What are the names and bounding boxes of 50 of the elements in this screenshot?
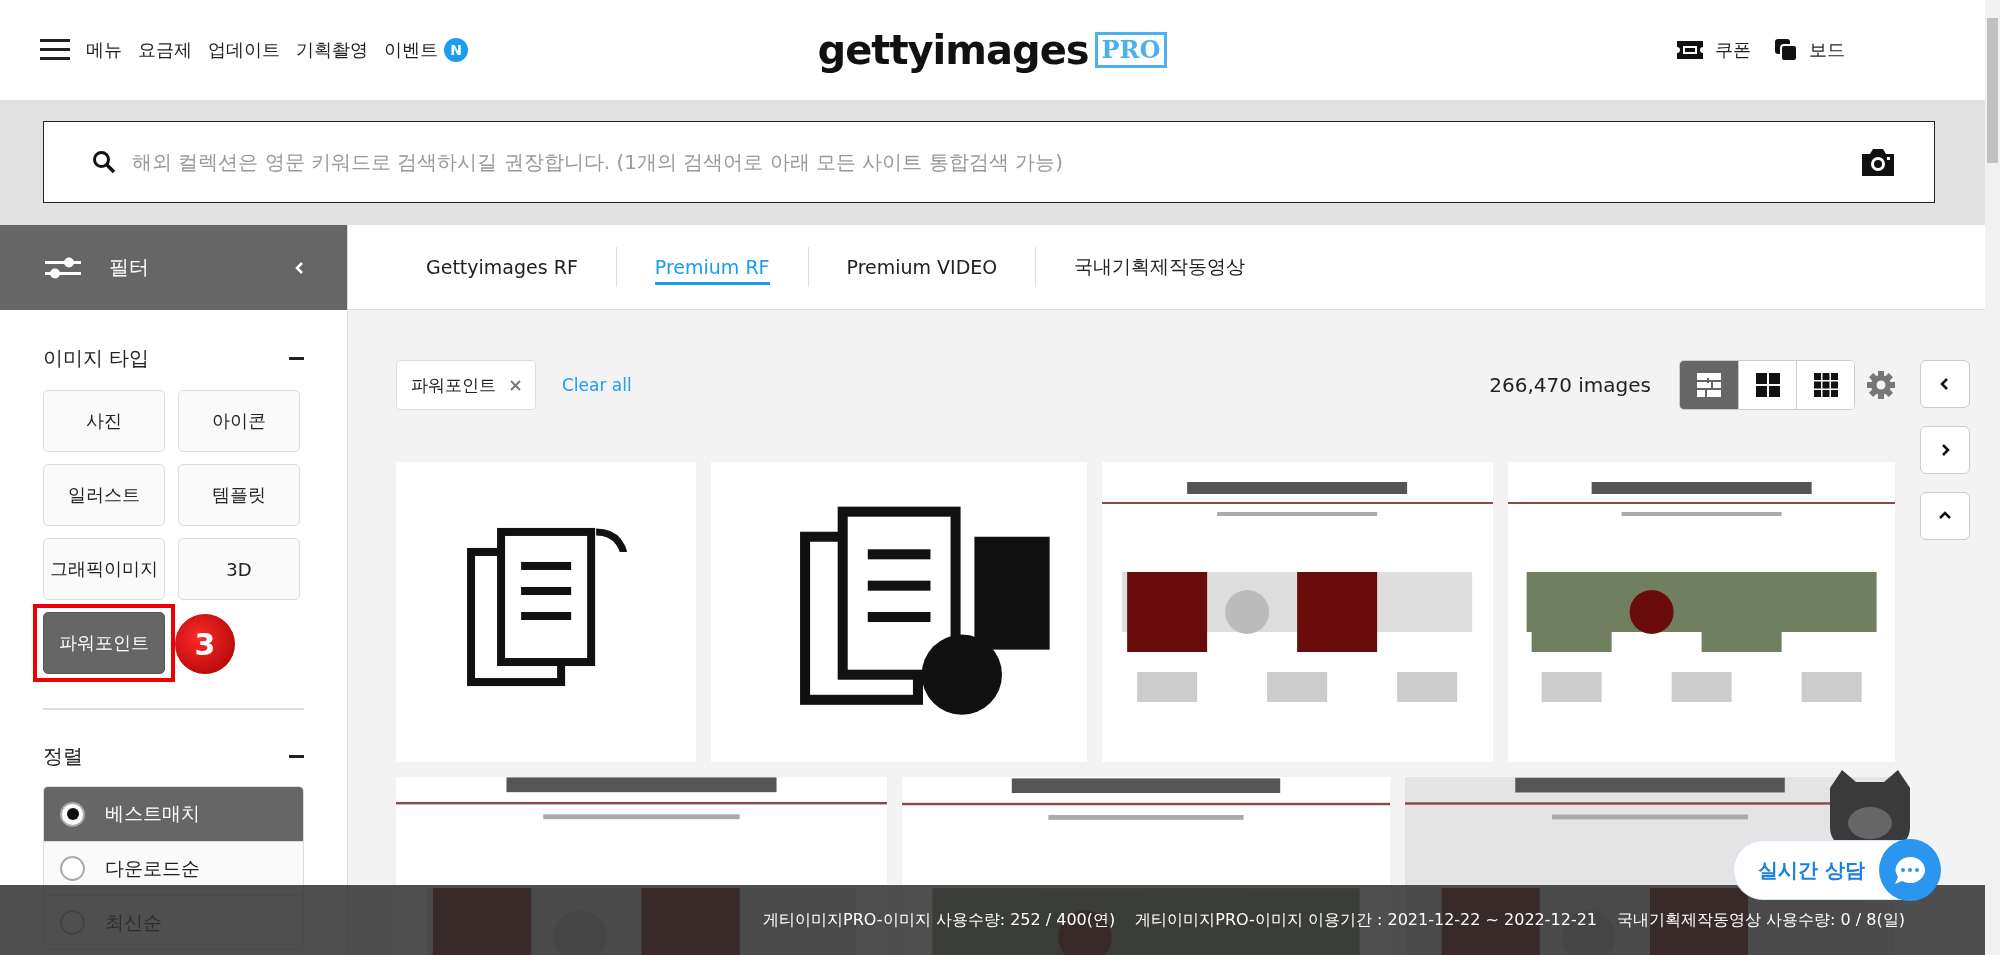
header-link[interactable]: 쿠폰: [1677, 38, 1751, 62]
new-badge: N: [444, 38, 468, 62]
sliders-icon: [45, 255, 81, 280]
type-option[interactable]: 파워포인트: [43, 612, 165, 674]
view-mode-button[interactable]: [1796, 361, 1854, 409]
live-chat-button[interactable]: 실시간 상담: [1733, 840, 1940, 900]
grid-icon: [1813, 373, 1838, 397]
status-text: 게티이미지PRO-이미지 사용수량: 252 / 400(연): [763, 909, 1116, 931]
grid-icon: [1755, 373, 1780, 397]
close-icon[interactable]: [510, 379, 521, 391]
option-label: 다운로드순: [105, 855, 200, 881]
status-text: 국내기획제작동영상 사용수량: 0 / 8(일): [1617, 909, 1905, 931]
nav-link[interactable]: 기획촬영: [296, 38, 368, 62]
section-title: 정렬: [43, 742, 83, 770]
logo-badge: PRO: [1094, 32, 1168, 68]
radio-button[interactable]: [60, 801, 85, 827]
logo-text[interactable]: gettyimages: [817, 27, 1089, 73]
type-option[interactable]: 템플릿: [178, 464, 300, 526]
menu-icon[interactable]: [40, 39, 70, 61]
type-option[interactable]: 그래픽이미지: [43, 538, 165, 600]
boards-icon: [1775, 39, 1797, 61]
nav-link[interactable]: 요금제: [138, 38, 192, 62]
nav-link[interactable]: 메뉴: [86, 38, 122, 62]
search-bar[interactable]: 해외 컬렉션은 영문 키워드로 검색하시길 권장합니다. (1개의 검색어로 아래 모든 사이트 통합검색 가능): [43, 121, 1935, 203]
settings-icon[interactable]: [1867, 371, 1895, 399]
sort-option[interactable]: 베스트매치: [44, 787, 303, 841]
masonry-icon: [1697, 373, 1721, 397]
step-marker: 3: [175, 614, 235, 674]
filter-title: 필터: [109, 254, 150, 281]
status-text: 게티이미지PRO-이미지 이용기간 : 2021-12-22 ~ 2022-12-21: [1135, 909, 1598, 931]
section-title: 이미지 타입: [43, 344, 150, 372]
chip-label: 파워포인트: [411, 373, 496, 397]
option-label: 베스트매치: [105, 801, 200, 826]
type-option[interactable]: 3D: [178, 538, 300, 600]
radio-button[interactable]: [60, 856, 85, 881]
type-option[interactable]: 사진: [43, 390, 165, 452]
result-count: 266,470 images: [1489, 373, 1651, 397]
collapse-icon[interactable]: [289, 754, 304, 758]
camera-icon[interactable]: [1862, 148, 1894, 176]
header-link[interactable]: 보드: [1775, 38, 1845, 62]
ticket-icon: [1677, 41, 1703, 59]
nav-link[interactable]: 이벤트 N: [384, 38, 468, 62]
type-option[interactable]: 아이콘: [178, 390, 300, 452]
tab[interactable]: Premium VIDEO: [808, 225, 1036, 309]
type-option[interactable]: 일러스트: [43, 464, 165, 526]
collapse-icon[interactable]: [289, 356, 304, 360]
nav-link[interactable]: 업데이트: [208, 38, 280, 62]
search-icon: [92, 150, 116, 174]
tab[interactable]: 국내기획제작동영상: [1036, 225, 1284, 309]
tab[interactable]: Gettyimages RF: [388, 225, 616, 309]
